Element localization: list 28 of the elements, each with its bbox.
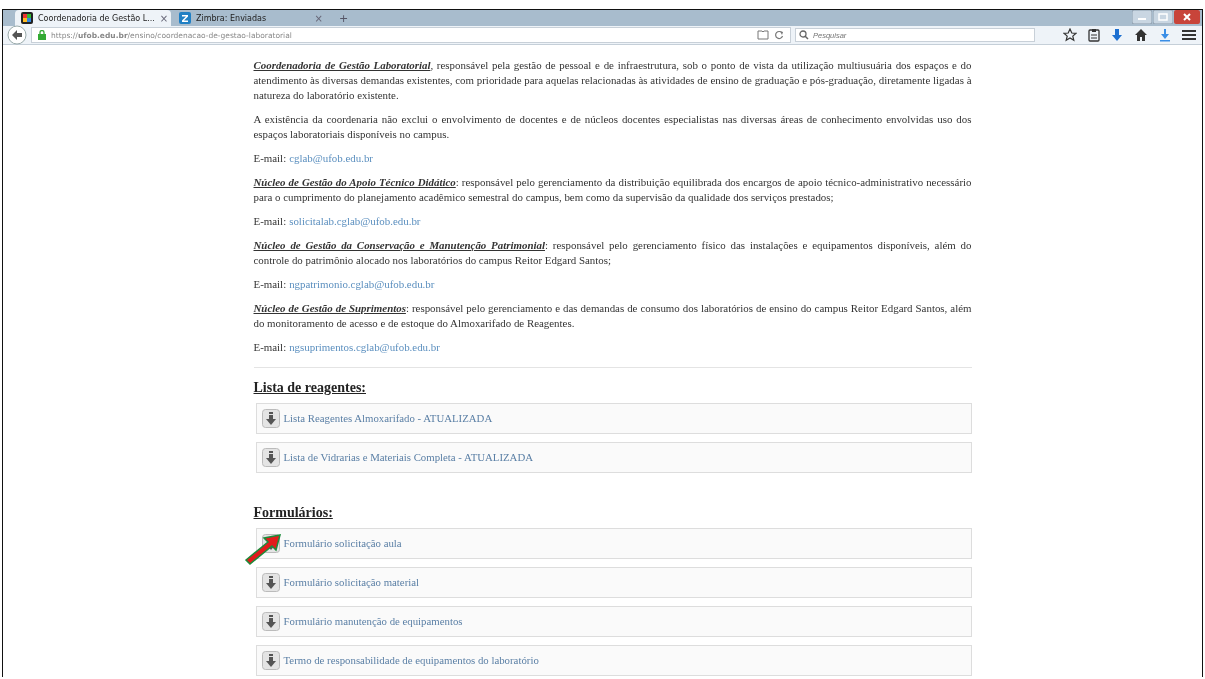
tab-close-button[interactable]: × [159,12,169,24]
paragraph: Núcleo de Gestão de Suprimentos: responsável pelo gerenciamento e das demandas de consumo dos laboratórios de ensino do campus Reitor Edgard Santos, além do monitoramento de acesso e de estoque do Almoxarifado de Reagentes. [253,301,972,331]
email-link[interactable]: ngsuprimentos.cglab@ufob.edu.br [289,340,440,355]
browser-tab[interactable]: Coordenadoria de Gestão L... × [15,10,171,26]
tab-close-button[interactable]: × [314,12,323,24]
email-label: E-mail: [253,151,287,166]
paragraph: Núcleo de Gestão da Conservação e Manutenção Patrimonial: responsável pelo gerenciamento físico das instalações e equipamentos disponíveis, além do controle do patrimônio alocado nos laboratórios do campus Reitor Edgard Santos; [253,238,972,268]
section-heading: Formulários: [253,505,334,520]
download-link[interactable]: Formulário manutenção de equipamentos [255,606,972,637]
email-link[interactable]: cglab@ufob.edu.br [289,151,373,166]
new-tab-button[interactable]: + [331,11,357,25]
download-link[interactable]: Lista Reagentes Almoxarifado - ATUALIZADA [255,403,972,434]
paragraph: A existência da coordenaria não exclui o envolvimento de docentes e de núcleos docentes especialistas nas diversas áreas de conhecimento envolvidas uso dos espaços laboratoriais disponíveis no campus. [253,112,972,142]
email-label: E-mail: [253,277,287,292]
email-label: E-mail: [253,214,287,229]
download-link[interactable]: Formulário solicitação material [255,567,972,598]
browser-tab[interactable]: Zimbra: Enviadas × [173,10,329,26]
download-link[interactable]: Termo de responsabilidade de equipamentos do laboratório [255,645,972,676]
tab-title: Coordenadoria de Gestão L... [38,13,155,23]
tab-title: Zimbra: Enviadas [196,13,268,23]
section-heading: Lista de reagentes: [253,380,367,395]
email-label: E-mail: [253,340,287,355]
paragraph: Coordenadoria de Gestão Laboratorial, responsável pela gestão de pessoal e de infraestrutura, sob o ponto de vista da utilização multiusuária dos espaços e do atendimento às diversas demandas existentes, com prioridade para aquelas relacionadas às atividades de ensino de graduação e pós-graduação, diretamente ligadas à natureza do laboratório existente. [253,58,972,103]
paragraph: Núcleo de Gestão do Apoio Técnico Didático: responsável pelo gerenciamento da distribuição equilibrada dos encargos de apoio técnico-administrativo necessário para o cumprimento do planejamento acadêmico semestral do campus, bem como da supervisão da qualidade dos serviços prestados; [253,175,972,205]
download-link[interactable]: Lista de Vidrarias e Materiais Completa - ATUALIZADA [255,442,972,473]
email-link[interactable]: solicitalab.cglab@ufob.edu.br [289,214,421,229]
download-link[interactable]: Formulário solicitação aula [255,528,972,559]
email-link[interactable]: ngpatrimonio.cglab@ufob.edu.br [289,277,435,292]
